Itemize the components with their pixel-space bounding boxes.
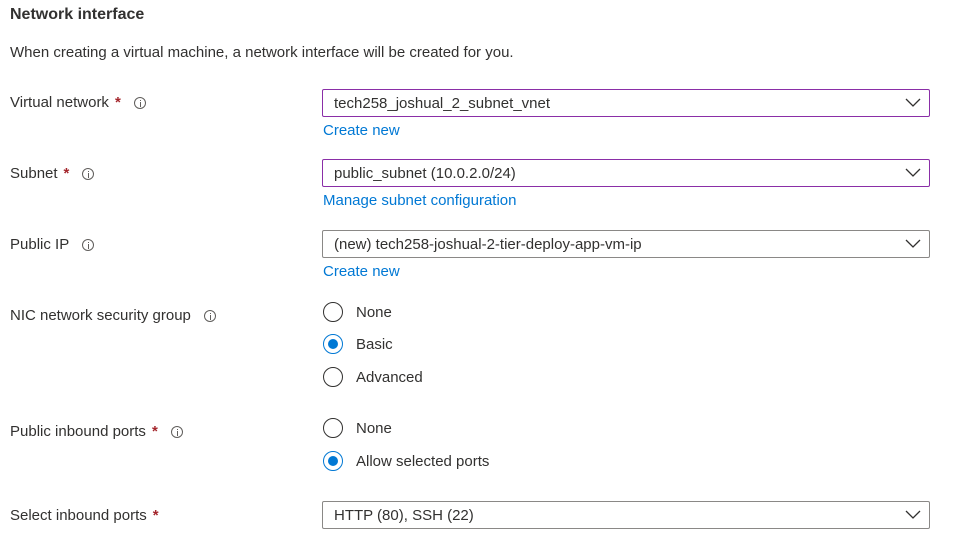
create-new-public-ip-link[interactable]: Create new [323,263,400,280]
radio-label: None [356,303,392,321]
radio-circle-checked[interactable] [323,451,343,471]
section-description: When creating a virtual machine, a netwo… [10,44,514,61]
info-icon[interactable] [82,238,95,251]
virtual-network-dropdown[interactable]: tech258_joshual_2_subnet_vnet [322,89,930,117]
section-title: Network interface [10,6,145,23]
select-inbound-ports-label-row: Select inbound ports * [10,507,159,524]
create-new-vnet-link[interactable]: Create new [323,122,400,139]
public-ip-label: Public IP [10,236,70,253]
subnet-dropdown[interactable]: public_subnet (10.0.2.0/24) [322,159,930,187]
radio-circle[interactable] [323,302,343,322]
select-inbound-ports-label: Select inbound ports [10,507,147,524]
select-inbound-ports-value: HTTP (80), SSH (22) [334,506,474,524]
nsg-radio-basic[interactable]: Basic [323,334,393,354]
radio-circle[interactable] [323,418,343,438]
radio-label: Advanced [356,368,423,386]
nsg-radio-advanced[interactable]: Advanced [323,367,423,387]
radio-label: Allow selected ports [356,452,490,470]
required-asterisk: * [151,423,158,440]
info-icon[interactable] [170,425,183,438]
radio-label: None [356,419,392,437]
info-icon[interactable] [133,96,146,109]
chevron-down-icon [897,160,929,186]
subnet-label: Subnet [10,165,58,182]
chevron-down-icon [897,502,929,528]
info-icon[interactable] [203,309,216,322]
radio-circle[interactable] [323,367,343,387]
public-ip-label-row: Public IP [10,236,95,253]
virtual-network-label: Virtual network [10,94,109,111]
nic-nsg-label-row: NIC network security group [10,307,216,324]
subnet-label-row: Subnet * [10,165,95,182]
info-icon[interactable] [82,167,95,180]
chevron-down-icon [897,90,929,116]
virtual-network-label-row: Virtual network * [10,94,146,111]
radio-circle-checked[interactable] [323,334,343,354]
public-inbound-ports-label: Public inbound ports [10,423,146,440]
required-asterisk: * [152,507,159,524]
public-ip-value: (new) tech258-joshual-2-tier-deploy-app-… [334,235,642,253]
inbound-radio-none[interactable]: None [323,418,392,438]
select-inbound-ports-dropdown[interactable]: HTTP (80), SSH (22) [322,501,930,529]
nsg-radio-none[interactable]: None [323,302,392,322]
public-inbound-ports-label-row: Public inbound ports * [10,423,183,440]
subnet-value: public_subnet (10.0.2.0/24) [334,164,516,182]
public-ip-dropdown[interactable]: (new) tech258-joshual-2-tier-deploy-app-… [322,230,930,258]
required-asterisk: * [114,94,121,111]
virtual-network-value: tech258_joshual_2_subnet_vnet [334,94,551,112]
inbound-radio-allow-selected[interactable]: Allow selected ports [323,451,489,471]
radio-label: Basic [356,335,393,353]
chevron-down-icon [897,231,929,257]
nic-nsg-label: NIC network security group [10,307,191,324]
required-asterisk: * [63,165,70,182]
manage-subnet-link[interactable]: Manage subnet configuration [323,192,516,209]
